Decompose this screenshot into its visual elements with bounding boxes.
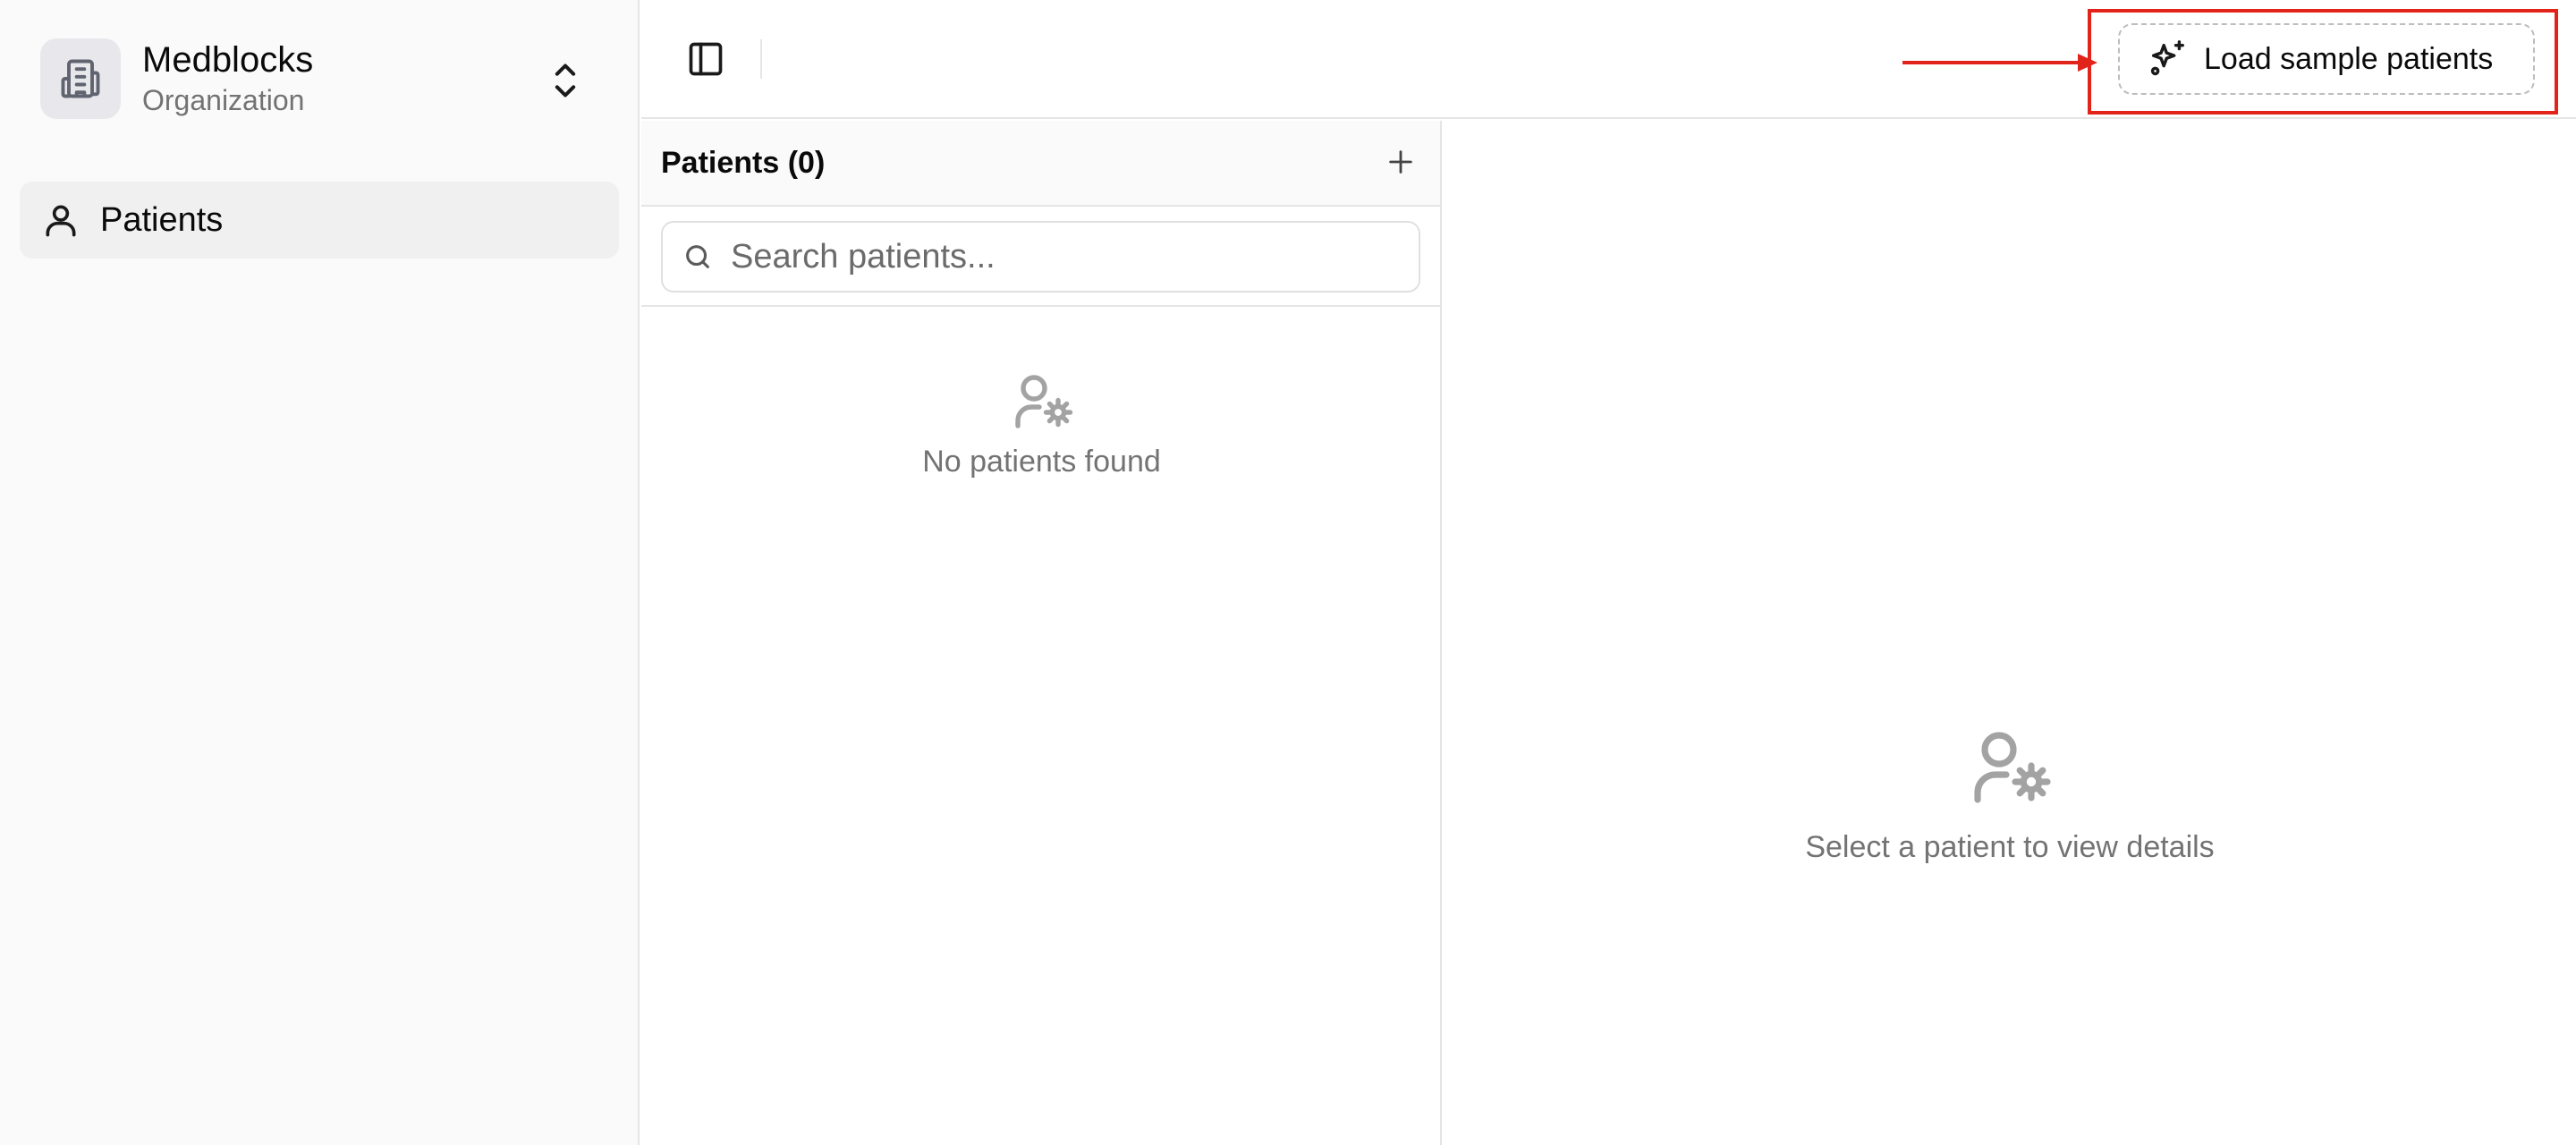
building-icon bbox=[40, 38, 121, 119]
sparkles-icon bbox=[2147, 38, 2188, 80]
sidebar-item-patients[interactable]: Patients bbox=[20, 182, 619, 259]
patient-list-header: Patients (0) bbox=[641, 121, 1440, 207]
annotation-arrow bbox=[1902, 54, 2097, 72]
sidebar: Medblocks Organization Patients bbox=[0, 0, 640, 1145]
sidebar-toggle-icon[interactable] bbox=[681, 34, 731, 84]
patient-details-panel: Select a patient to view details bbox=[1444, 121, 2576, 1145]
user-icon bbox=[41, 200, 80, 240]
organization-subtitle: Organization bbox=[142, 84, 305, 116]
add-patient-button[interactable] bbox=[1381, 142, 1420, 182]
organization-name: Medblocks bbox=[142, 40, 314, 80]
chevrons-up-down-icon bbox=[546, 59, 585, 102]
load-sample-patients-label: Load sample patients bbox=[2204, 41, 2494, 76]
search-row bbox=[641, 207, 1440, 307]
sidebar-item-label: Patients bbox=[100, 200, 224, 239]
no-patients-message: No patients found bbox=[922, 445, 1161, 479]
top-bar: Load sample patients bbox=[641, 0, 2576, 119]
search-icon bbox=[682, 242, 713, 272]
load-sample-patients-button[interactable]: Load sample patients bbox=[2118, 23, 2535, 95]
user-cog-icon bbox=[1974, 732, 2051, 803]
patient-list-panel: Patients (0) No patients found bbox=[641, 121, 1442, 1145]
empty-patient-details: Select a patient to view details bbox=[1444, 725, 2576, 865]
patient-list-title: Patients (0) bbox=[661, 145, 826, 180]
search-box[interactable] bbox=[661, 221, 1420, 293]
select-patient-message: Select a patient to view details bbox=[1805, 830, 2215, 864]
toolbar-divider bbox=[760, 39, 762, 79]
user-cog-icon bbox=[1014, 375, 1072, 428]
plus-icon bbox=[1389, 150, 1412, 174]
search-input[interactable] bbox=[731, 237, 1411, 276]
empty-patient-list: No patients found bbox=[641, 369, 1442, 479]
organization-switcher[interactable]: Medblocks Organization bbox=[20, 20, 601, 138]
